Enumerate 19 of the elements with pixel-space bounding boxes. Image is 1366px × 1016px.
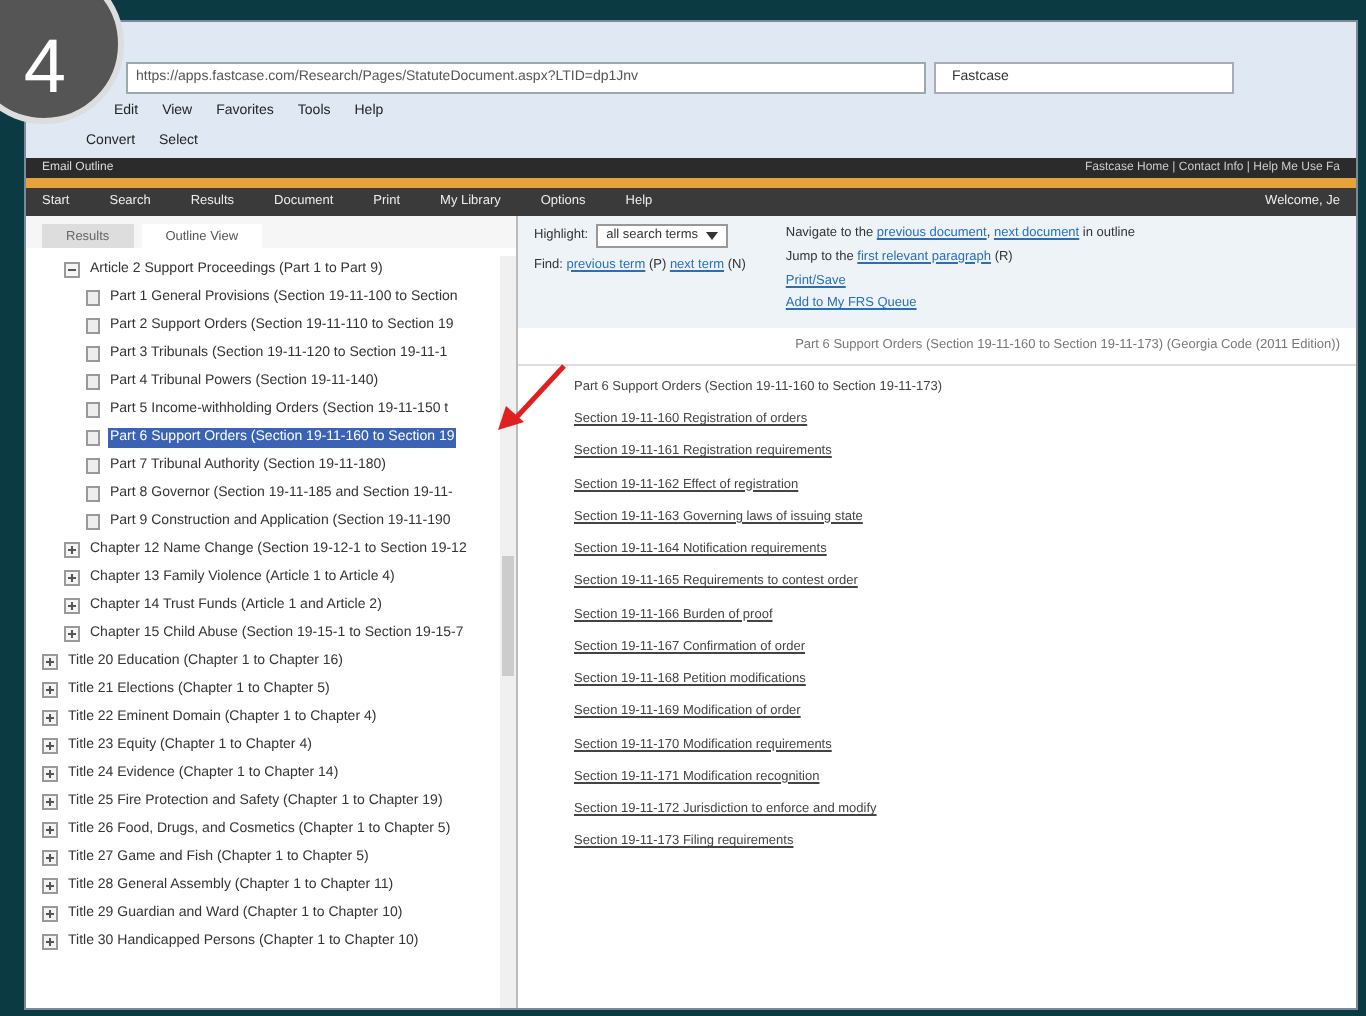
dropdown-caret-icon [705,229,718,242]
expand-icon[interactable] [64,626,80,642]
expand-icon[interactable] [42,934,58,950]
expand-icon[interactable] [42,654,58,670]
expand-icon[interactable] [42,878,58,894]
expand-icon[interactable] [42,710,58,726]
expand-icon[interactable] [64,570,80,586]
expand-icon[interactable] [42,906,58,922]
expand-icon[interactable] [42,822,58,838]
scrollbar[interactable] [500,256,516,1008]
expand-icon[interactable] [42,738,58,754]
annotation-arrow [494,364,566,432]
expand-icon[interactable] [64,598,80,614]
expand-icon[interactable] [42,794,58,810]
expand-icon[interactable] [64,542,80,558]
expand-icon[interactable] [42,682,58,698]
collapse-icon[interactable] [64,262,80,278]
expand-icon[interactable] [42,850,58,866]
expand-icon[interactable] [42,766,58,782]
